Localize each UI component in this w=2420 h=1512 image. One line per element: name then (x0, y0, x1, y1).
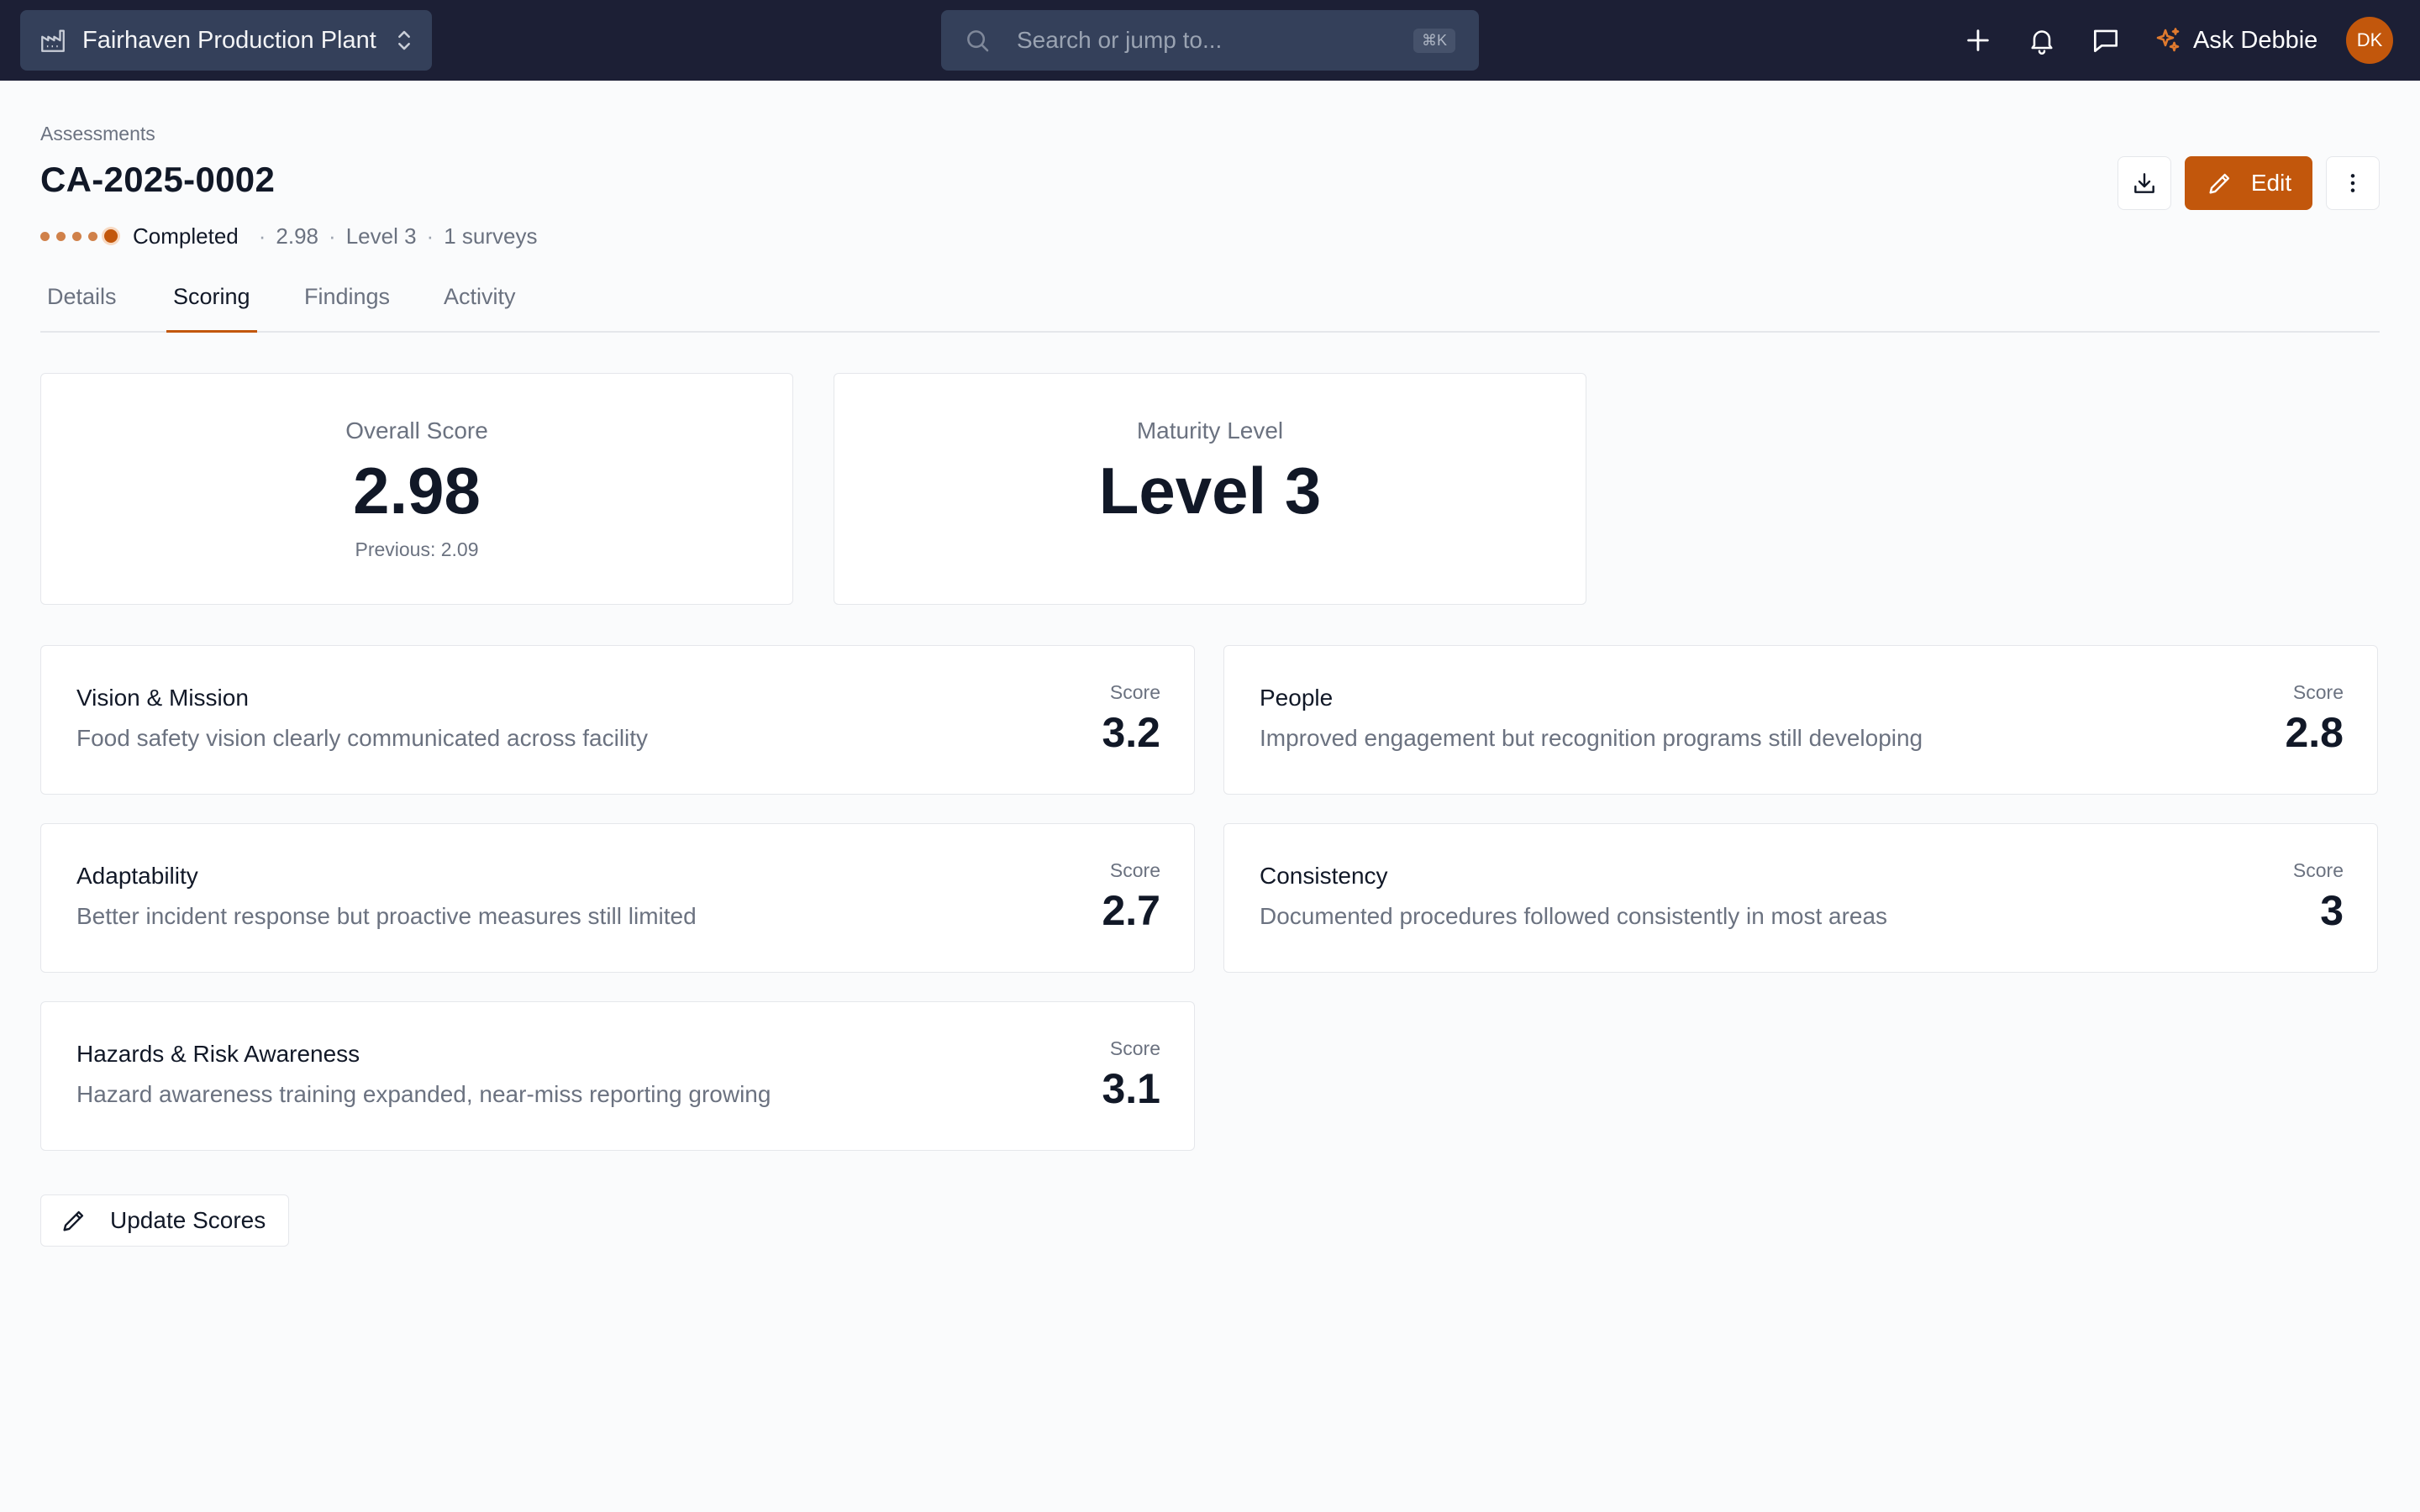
dimension-title: Hazards & Risk Awareness (76, 1041, 360, 1067)
update-scores-button[interactable]: Update Scores (40, 1194, 289, 1247)
dimension-description: Food safety vision clearly communicated … (76, 725, 649, 751)
edit-label: Edit (2250, 170, 2292, 196)
header-actions: Edit (2118, 156, 2380, 210)
download-icon (2131, 170, 2158, 197)
more-vertical-icon (2339, 170, 2366, 197)
plant-switcher[interactable]: Fairhaven Production Plant (20, 10, 432, 71)
dimension-score: 2.7 (1102, 887, 1160, 934)
search-shortcut-badge: ⌘K (1413, 28, 1455, 53)
breadcrumb[interactable]: Assessments (40, 123, 155, 145)
dimension-title: People (1260, 685, 1334, 711)
meta-surveys: 1 surveys (444, 223, 538, 249)
pencil-icon (60, 1206, 88, 1235)
assessment-meta: Completed · 2.98 · Level 3 · 1 surveys (40, 222, 537, 250)
tab-activity[interactable]: Activity (437, 281, 523, 333)
dimension-score-label: Score (2292, 681, 2344, 703)
dimension-description: Hazard awareness training expanded, near… (76, 1081, 771, 1107)
dimension-description: Documented procedures followed consisten… (1260, 903, 1888, 929)
separator: · (329, 223, 336, 249)
update-scores-label: Update Scores (110, 1207, 266, 1233)
dimension-description: Improved engagement but recognition prog… (1260, 725, 1923, 751)
tab-findings[interactable]: Findings (297, 281, 397, 333)
tab-bar: Details Scoring Findings Activity (40, 281, 2380, 333)
progress-dot (56, 231, 66, 241)
previous-score: Previous: 2.09 (355, 538, 479, 560)
avatar[interactable]: DK (2346, 17, 2393, 64)
pencil-icon (2206, 169, 2234, 197)
ask-debbie-label: Ask Debbie (2193, 26, 2318, 54)
dimension-score-label: Score (1109, 681, 1160, 703)
bell-icon[interactable] (2025, 24, 2059, 57)
maturity-level-value: Level 3 (1098, 454, 1322, 528)
dimension-title: Consistency (1260, 863, 1388, 889)
progress-dots (40, 229, 118, 243)
dimension-score-label: Score (1109, 1037, 1160, 1059)
progress-dot-current (104, 229, 118, 243)
maturity-level-card: Maturity Level Level 3 (834, 373, 1586, 605)
dimension-score-label: Score (1109, 859, 1160, 881)
separator: · (426, 223, 434, 249)
status-text: Completed (133, 223, 239, 249)
tab-scoring[interactable]: Scoring (166, 281, 257, 333)
plant-name: Fairhaven Production Plant (82, 26, 376, 54)
dimension-title: Adaptability (76, 863, 198, 889)
search-bar[interactable]: Search or jump to... ⌘K (941, 10, 1479, 71)
dimension-card-vision-mission: Vision & Mission Food safety vision clea… (40, 645, 1195, 795)
progress-dot (40, 231, 50, 241)
meta-level: Level 3 (345, 223, 417, 249)
search-icon (963, 26, 992, 55)
tab-details[interactable]: Details (40, 281, 124, 333)
factory-icon (39, 26, 67, 55)
plus-icon[interactable] (1961, 24, 1995, 57)
dimension-score: 3 (2320, 887, 2344, 934)
dimension-score: 2.8 (2285, 709, 2344, 756)
dimension-card-adaptability: Adaptability Better incident response bu… (40, 823, 1195, 973)
top-navigation-bar: Fairhaven Production Plant Search or jum… (0, 0, 2420, 81)
overall-score-value: 2.98 (353, 454, 481, 528)
sparkle-icon (2153, 25, 2183, 55)
chevron-updown-icon (393, 26, 415, 55)
chat-icon[interactable] (2089, 24, 2123, 57)
more-options-button[interactable] (2326, 156, 2380, 210)
separator: · (258, 223, 266, 249)
dimension-card-hazards-risk: Hazards & Risk Awareness Hazard awarenes… (40, 1001, 1195, 1151)
download-button[interactable] (2118, 156, 2171, 210)
dimension-score: 3.1 (1102, 1065, 1160, 1112)
dimension-score-label: Score (2292, 859, 2344, 881)
dimension-description: Better incident response but proactive m… (76, 903, 697, 929)
overall-score-label: Overall Score (345, 417, 488, 444)
progress-dot (72, 231, 82, 241)
overall-score-card: Overall Score 2.98 Previous: 2.09 (40, 373, 793, 605)
maturity-level-label: Maturity Level (1136, 417, 1284, 444)
dimension-card-people: People Improved engagement but recogniti… (1223, 645, 2378, 795)
dimension-card-consistency: Consistency Documented procedures follow… (1223, 823, 2378, 973)
progress-dot (88, 231, 97, 241)
dimension-score: 3.2 (1102, 709, 1160, 756)
page-title: CA-2025-0002 (40, 160, 276, 199)
search-input[interactable]: Search or jump to... (1017, 27, 1413, 54)
edit-button[interactable]: Edit (2185, 156, 2312, 210)
dimension-title: Vision & Mission (76, 685, 249, 711)
meta-score: 2.98 (276, 223, 319, 249)
ask-debbie-button[interactable]: Ask Debbie (2153, 20, 2317, 60)
